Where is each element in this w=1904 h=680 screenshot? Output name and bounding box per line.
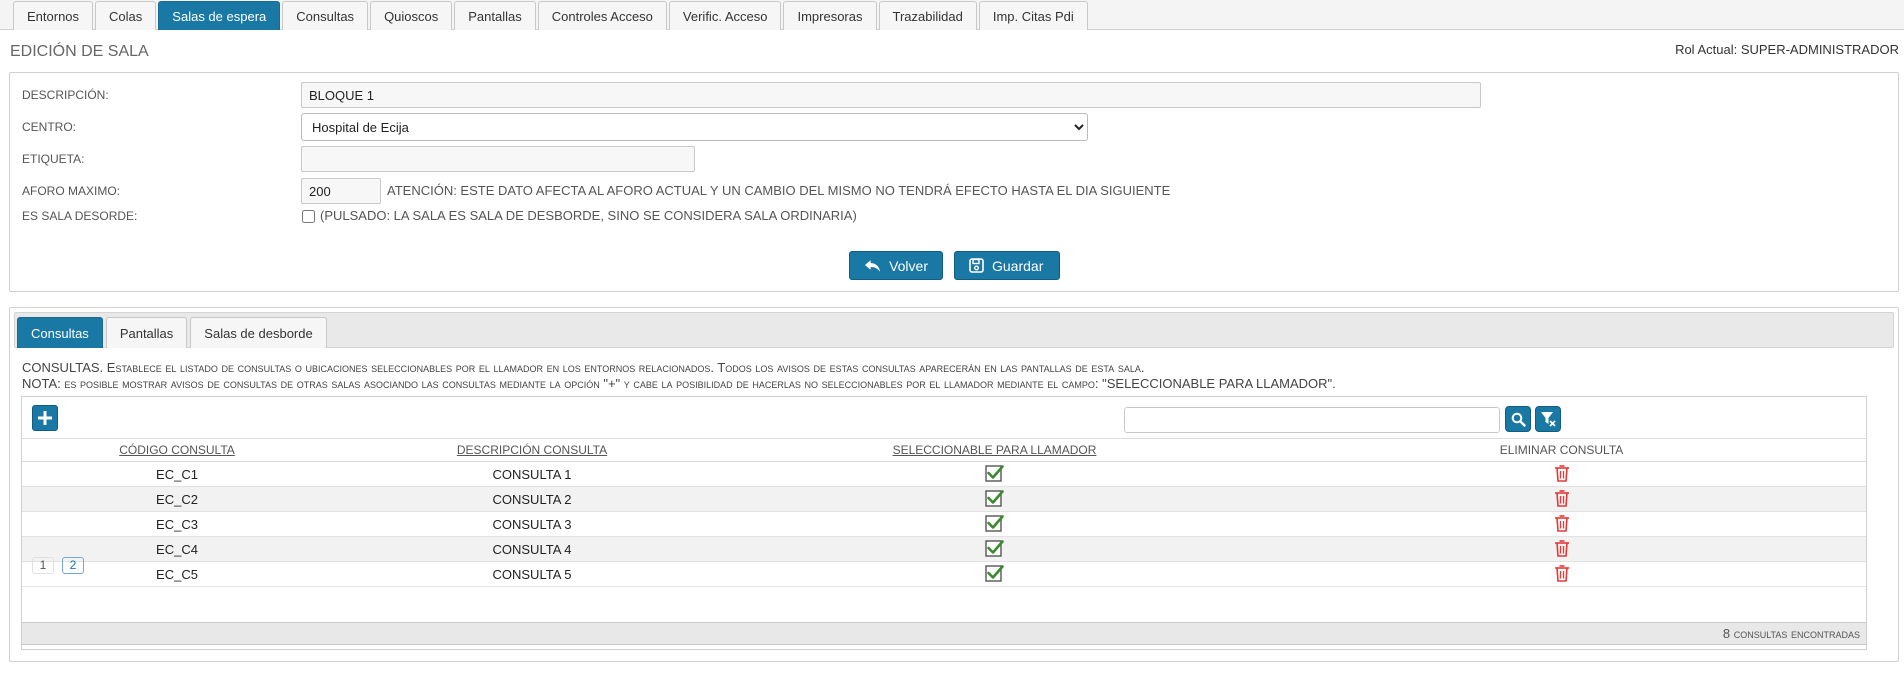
trash-icon[interactable]: [1554, 489, 1570, 510]
aforo-input[interactable]: [301, 178, 381, 204]
trash-icon[interactable]: [1554, 539, 1570, 560]
trash-icon[interactable]: [1554, 514, 1570, 535]
cell-codigo: EC_C2: [156, 491, 198, 507]
cell-descripcion: CONSULTA 5: [492, 566, 572, 582]
cell-descripcion: CONSULTA 2: [492, 491, 572, 507]
cell-codigo: EC_C1: [156, 466, 198, 482]
cell-eliminar: [1257, 462, 1866, 486]
top-tab-quioscos[interactable]: Quioscos: [370, 1, 453, 30]
cell-descripcion: CONSULTA 4: [492, 541, 572, 557]
consultas-info-lead: CONSULTAS.: [22, 360, 104, 375]
sub-tab-salas-de-desborde[interactable]: Salas de desborde: [190, 317, 327, 348]
sub-tab-bar: Consultas Pantallas Salas de desborde: [14, 312, 1894, 348]
top-tab-salas-de-espera[interactable]: Salas de espera: [158, 1, 281, 30]
sub-tabs: Consultas Pantallas Salas de desborde: [17, 317, 327, 348]
filter-clear-icon: [1540, 412, 1556, 427]
etiqueta-label: ETIQUETA:: [22, 152, 85, 166]
grid-search-input[interactable]: [1124, 407, 1500, 433]
col-codigo-header[interactable]: CÓDIGO CONSULTA: [22, 439, 332, 461]
col-descripcion-header[interactable]: DESCRIPCIÓN CONSULTA: [332, 439, 732, 461]
cell-eliminar: [1257, 487, 1866, 511]
table-row: EC_C1 CONSULTA 1: [22, 462, 1866, 487]
nota-info-tail: "SELECCIONABLE PARA LLAMADOR".: [1102, 376, 1336, 391]
cell-descripcion: CONSULTA 3: [492, 516, 572, 532]
cell-seleccionable: [732, 487, 1257, 511]
desborde-checkbox[interactable]: [302, 210, 315, 223]
descripcion-label: DESCRIPCIÓN:: [22, 88, 109, 102]
top-tab-pantallas[interactable]: Pantallas: [454, 1, 536, 30]
top-tab-colas[interactable]: Colas: [95, 1, 157, 30]
page-2-button[interactable]: 2: [62, 557, 84, 574]
top-tab-verific-acceso[interactable]: Verific. Acceso: [668, 1, 782, 30]
aforo-label: AFORO MAXIMO:: [22, 184, 121, 198]
top-tab-trazabilidad[interactable]: Trazabilidad: [878, 1, 977, 30]
volver-label: Volver: [889, 257, 928, 274]
cell-descripcion: CONSULTA 1: [492, 466, 572, 482]
top-tab-bar: Entornos Colas Salas de espera Consultas Qui…: [0, 0, 1904, 30]
sub-tab-consultas[interactable]: Consultas: [17, 317, 103, 348]
cell-seleccionable: [732, 537, 1257, 561]
grid-header: CÓDIGO CONSULTA DESCRIPCIÓN CONSULTA SEL…: [22, 438, 1866, 462]
results-text: consultas encontradas: [1733, 626, 1860, 641]
col-eliminar-header: ELIMINAR CONSULTA: [1499, 443, 1624, 457]
search-button[interactable]: [1505, 406, 1531, 432]
add-consulta-button[interactable]: [32, 405, 58, 431]
nota-info-line: NOTA: es posible mostrar avisos de consu…: [22, 376, 1336, 391]
etiqueta-input[interactable]: [301, 146, 695, 172]
top-tab-consultas[interactable]: Consultas: [282, 1, 369, 30]
consultas-grid: CÓDIGO CONSULTA DESCRIPCIÓN CONSULTA SEL…: [21, 396, 1867, 650]
checkbox-checked-icon[interactable]: [985, 539, 1004, 560]
desborde-note: (PULSADO: LA SALA ES SALA DE DESBORDE, S…: [320, 208, 857, 223]
trash-icon[interactable]: [1554, 564, 1570, 585]
plus-icon: [38, 411, 52, 425]
cell-eliminar: [1257, 562, 1866, 586]
checkbox-checked-icon[interactable]: [985, 564, 1004, 585]
table-row: EC_C5 CONSULTA 5: [22, 562, 1866, 587]
floppy-disk-icon: [969, 258, 984, 273]
table-row: EC_C4 CONSULTA 4: [22, 537, 1866, 562]
table-row: EC_C2 CONSULTA 2: [22, 487, 1866, 512]
top-tab-imp-citas-pdi[interactable]: Imp. Citas Pdi: [978, 1, 1088, 30]
guardar-label: Guardar: [992, 257, 1044, 274]
aforo-note: ATENCIÓN: ESTE DATO AFECTA AL AFORO ACTU…: [387, 183, 1171, 198]
top-tabs: Entornos Colas Salas de espera Consultas Qui…: [13, 1, 1088, 30]
nota-info-text: es posible mostrar avisos de consultas d…: [64, 376, 1099, 391]
guardar-button[interactable]: Guardar: [954, 251, 1060, 280]
volver-button[interactable]: Volver: [849, 251, 943, 280]
checkbox-checked-icon[interactable]: [985, 489, 1004, 510]
page-1-button[interactable]: 1: [32, 557, 54, 574]
top-tab-impresoras[interactable]: Impresoras: [783, 1, 877, 30]
col-seleccionable-header[interactable]: SELECCIONABLE PARA LLAMADOR: [732, 439, 1257, 461]
top-tab-controles-acceso[interactable]: Controles Acceso: [537, 1, 667, 30]
clear-filter-button[interactable]: [1535, 406, 1561, 432]
checkbox-checked-icon[interactable]: [985, 464, 1004, 485]
page-title: EDICIÓN DE SALA: [10, 43, 149, 60]
grid-rows: EC_C1 CONSULTA 1 EC_C2 CONSULTA 2 EC_C3 CONSU…: [22, 462, 1866, 587]
descripcion-input[interactable]: [301, 82, 1481, 108]
cell-eliminar: [1257, 512, 1866, 536]
checkbox-checked-icon[interactable]: [985, 514, 1004, 535]
nota-info-lead: NOTA:: [22, 376, 61, 391]
cell-seleccionable: [732, 562, 1257, 586]
cell-eliminar: [1257, 537, 1866, 561]
centro-label: CENTRO:: [22, 120, 76, 134]
table-row: EC_C3 CONSULTA 3: [22, 512, 1866, 537]
undo-arrow-icon: [864, 259, 881, 272]
desborde-label: ES SALA DESORDE:: [22, 209, 138, 223]
cell-seleccionable: [732, 512, 1257, 536]
grid-footer: 8 consultas encontradas: [22, 622, 1866, 645]
current-role: Rol Actual: SUPER-ADMINISTRADOR: [1675, 42, 1899, 57]
sub-tab-pantallas[interactable]: Pantallas: [105, 317, 188, 348]
results-count: 8: [1722, 626, 1731, 641]
consultas-info-line: CONSULTAS. Establece el listado de consu…: [22, 360, 1145, 375]
cell-seleccionable: [732, 462, 1257, 486]
pager: 12: [32, 557, 84, 574]
top-tab-entornos[interactable]: Entornos: [13, 1, 94, 30]
consultas-info-text: Establece el listado de consultas o ubic…: [106, 360, 1145, 375]
cell-codigo: EC_C3: [156, 516, 198, 532]
search-icon: [1511, 412, 1526, 427]
trash-icon[interactable]: [1554, 464, 1570, 485]
centro-select[interactable]: Hospital de Ecija: [301, 113, 1088, 141]
